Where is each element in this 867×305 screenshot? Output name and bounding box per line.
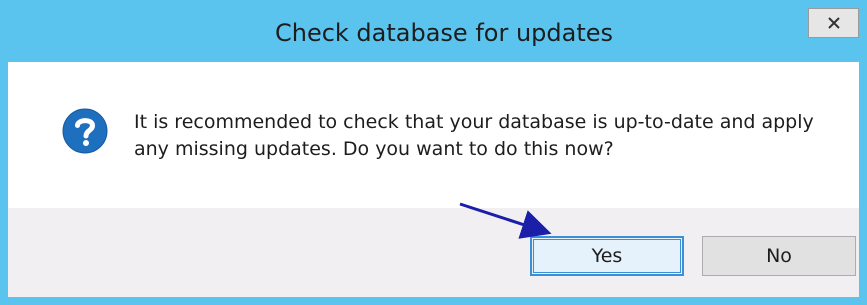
close-button[interactable] xyxy=(808,8,859,38)
dialog-body: It is recommended to check that your dat… xyxy=(8,62,859,297)
no-button-label: No xyxy=(766,245,792,267)
title-bar[interactable]: Check database for updates xyxy=(0,0,867,62)
question-icon xyxy=(62,108,108,154)
no-button[interactable]: No xyxy=(702,236,856,276)
yes-button[interactable]: Yes xyxy=(530,236,684,276)
yes-button-label: Yes xyxy=(591,245,623,267)
dialog-message: It is recommended to check that your dat… xyxy=(134,111,814,160)
message-area: It is recommended to check that your dat… xyxy=(8,62,859,208)
dialog-title: Check database for updates xyxy=(274,19,614,47)
dialog-window: Check database for updates It is recomme… xyxy=(0,0,867,305)
close-icon xyxy=(827,17,840,29)
button-bar: Yes No xyxy=(8,208,859,297)
